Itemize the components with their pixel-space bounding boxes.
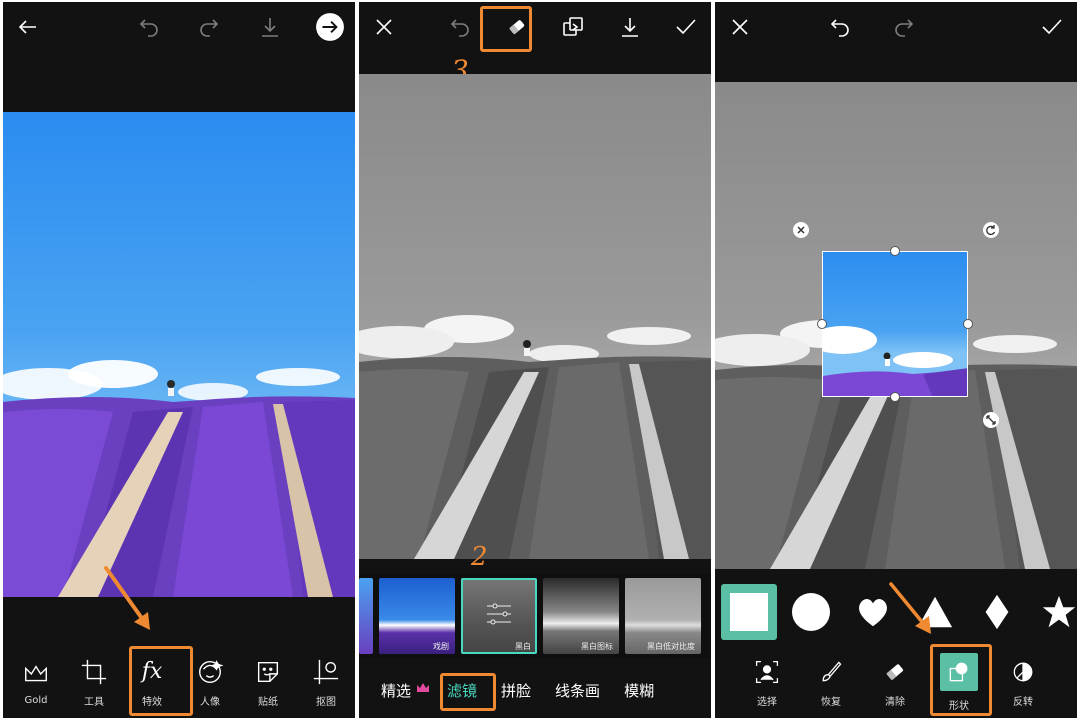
tool-label: 贴纸	[258, 696, 278, 708]
compare-icon[interactable]	[558, 12, 588, 42]
check-icon[interactable]	[1037, 12, 1067, 42]
select-person-icon	[752, 657, 782, 687]
shape-icon	[940, 652, 978, 691]
check-icon[interactable]	[671, 12, 701, 42]
top-toolbar	[359, 2, 711, 52]
tool-portrait[interactable]: 人像	[181, 648, 239, 716]
main-toolbar: Gold 工具 fx 特效 人像 贴纸 抠图	[3, 646, 355, 718]
tool-label: 特效	[142, 696, 162, 708]
tool-select[interactable]: 选择	[735, 648, 799, 716]
editor-panel-shape-mask: 选择 恢复 清除 形状 反转	[715, 2, 1077, 718]
redo-icon[interactable]	[889, 12, 919, 42]
crown-icon	[415, 680, 431, 700]
filter-label: 戏剧	[433, 642, 449, 651]
arrow-left-icon[interactable]	[13, 12, 43, 42]
fx-icon: fx	[141, 659, 163, 684]
tool-label: 人像	[200, 696, 220, 708]
undo-icon[interactable]	[445, 12, 475, 42]
tool-tools[interactable]: 工具	[65, 648, 123, 716]
filter-label: 黑白	[515, 642, 531, 651]
category-tabs: 精选 滤镜 拼脸 线条画 模糊	[359, 662, 711, 718]
portrait-icon	[195, 657, 225, 687]
tool-label: 工具	[84, 696, 104, 708]
tool-clear[interactable]: 清除	[863, 648, 927, 716]
tab-blur[interactable]: 模糊	[612, 680, 666, 701]
crown-icon	[21, 659, 51, 689]
tool-gold[interactable]: Gold	[7, 648, 65, 716]
filter-label: 黑白图标	[581, 642, 613, 651]
tab-filters[interactable]: 滤镜	[435, 680, 489, 701]
redo-icon[interactable]	[194, 12, 224, 42]
tab-face-swap[interactable]: 拼脸	[489, 680, 543, 701]
close-icon[interactable]	[725, 12, 755, 42]
editor-panel-color: Gold 工具 fx 特效 人像 贴纸 抠图	[3, 2, 355, 718]
filter-thumb[interactable]	[359, 578, 373, 654]
annotation-arrow	[889, 582, 931, 634]
close-icon[interactable]	[369, 12, 399, 42]
eraser-icon	[880, 657, 910, 687]
top-toolbar	[3, 2, 355, 52]
tutorial-collage: Gold 工具 fx 特效 人像 贴纸 抠图 3 2 戏剧 黑白 黑白图标 黑白…	[0, 0, 1080, 720]
tool-sticker[interactable]: 贴纸	[239, 648, 297, 716]
diamond-icon	[985, 594, 1009, 630]
tool-label: 选择	[757, 696, 777, 708]
arrow-right-circle-icon[interactable]	[315, 12, 345, 42]
annotation-step-2: 2	[471, 542, 488, 572]
shape-circle[interactable]	[783, 584, 839, 640]
filter-thumb-bw[interactable]: 黑白	[461, 578, 537, 654]
tool-label: 反转	[1013, 696, 1033, 708]
tool-label: Gold	[24, 694, 48, 706]
tool-label: 抠图	[316, 696, 336, 708]
tool-cutout[interactable]: 抠图	[297, 648, 355, 716]
square-icon	[730, 593, 768, 631]
rotate-shape-icon[interactable]	[983, 222, 999, 238]
cutout-icon	[311, 657, 341, 687]
tool-shape[interactable]: 形状	[927, 648, 991, 716]
undo-icon[interactable]	[134, 12, 164, 42]
undo-icon[interactable]	[825, 12, 855, 42]
top-toolbar	[715, 2, 1077, 52]
download-icon[interactable]	[615, 12, 645, 42]
shape-diamond[interactable]	[969, 584, 1025, 640]
annotation-arrow	[104, 566, 150, 630]
sticker-icon	[253, 657, 283, 687]
brush-icon	[816, 657, 846, 687]
invert-icon	[1008, 657, 1038, 687]
handle-top[interactable]	[890, 246, 900, 256]
lavender-photo-bw	[359, 74, 711, 559]
shape-square[interactable]	[721, 584, 777, 640]
delete-shape-icon[interactable]	[793, 222, 809, 238]
circle-icon	[792, 593, 830, 631]
handle-right[interactable]	[963, 319, 973, 329]
tab-line-art[interactable]: 线条画	[543, 680, 612, 701]
history-buttons	[825, 12, 919, 42]
tool-label: 恢复	[821, 696, 841, 708]
filter-thumb-bw-icon[interactable]: 黑白图标	[543, 578, 619, 654]
crop-icon	[79, 657, 109, 687]
resize-shape-icon[interactable]	[983, 412, 999, 428]
filter-thumb-drama[interactable]: 戏剧	[379, 578, 455, 654]
handle-bottom[interactable]	[890, 392, 900, 402]
tool-invert[interactable]: 反转	[991, 648, 1055, 716]
editor-panel-filters: 3 2 戏剧 黑白 黑白图标 黑白低对比度 精选 滤镜 拼脸 线条画 模糊	[359, 2, 711, 718]
filter-strip: 戏剧 黑白 黑白图标 黑白低对比度	[359, 574, 711, 658]
tool-effects[interactable]: fx 特效	[123, 648, 181, 716]
tool-restore[interactable]: 恢复	[799, 648, 863, 716]
eraser-icon[interactable]	[502, 12, 532, 42]
tool-label: 形状	[949, 700, 969, 712]
download-icon[interactable]	[255, 12, 285, 42]
filter-thumb-bw-lowcontrast[interactable]: 黑白低对比度	[625, 578, 701, 654]
shape-mask-square[interactable]	[822, 251, 968, 397]
tool-label: 清除	[885, 696, 905, 708]
mask-photo-color	[823, 326, 967, 396]
lavender-photo-color	[3, 112, 355, 597]
shape-star[interactable]	[1031, 584, 1077, 640]
star-icon	[1042, 595, 1076, 628]
mask-toolbar: 选择 恢复 清除 形状 反转	[715, 646, 1077, 718]
handle-left[interactable]	[817, 319, 827, 329]
filter-label: 黑白低对比度	[647, 642, 695, 651]
